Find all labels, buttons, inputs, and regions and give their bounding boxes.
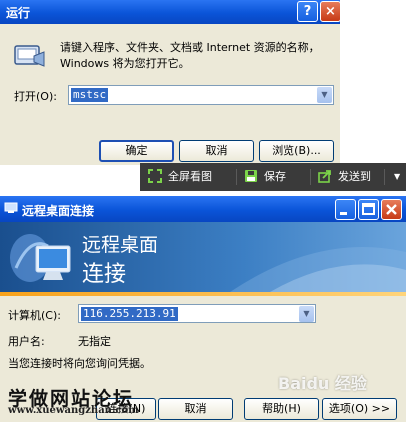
computer-input-value[interactable]: 116.255.213.91 bbox=[81, 307, 178, 321]
computer-combobox[interactable]: 116.255.213.91 ▼ bbox=[78, 304, 316, 323]
save-button[interactable]: 保存 bbox=[244, 163, 286, 191]
image-viewer-toolbar: 全屏看图 保存 发送到 ▼ bbox=[140, 163, 406, 191]
fullscreen-icon bbox=[148, 169, 162, 183]
browse-button[interactable]: 浏览(B)... bbox=[259, 140, 334, 162]
open-input-value[interactable]: mstsc bbox=[71, 88, 109, 102]
close-icon bbox=[386, 204, 397, 215]
credentials-note: 当您连接时将向您询问凭据。 bbox=[8, 357, 151, 370]
maximize-icon bbox=[362, 203, 375, 215]
remote-desktop-icon bbox=[4, 202, 18, 213]
open-combobox[interactable]: mstsc ▼ bbox=[68, 85, 334, 105]
toolbar-divider bbox=[384, 169, 385, 185]
toolbar-divider bbox=[236, 169, 237, 185]
banner-swoosh bbox=[230, 247, 406, 292]
dropdown-arrow-icon[interactable]: ▼ bbox=[299, 306, 314, 322]
toolbar-divider bbox=[310, 169, 311, 185]
rdp-help-button[interactable]: 帮助(H) bbox=[244, 398, 319, 420]
run-title: 运行 bbox=[6, 6, 31, 20]
fullscreen-view-button[interactable]: 全屏看图 bbox=[148, 163, 212, 191]
rdp-close-button[interactable] bbox=[381, 199, 402, 220]
minimize-icon bbox=[340, 212, 347, 215]
rdp-title-bar[interactable]: 远程桌面连接 bbox=[0, 196, 406, 222]
banner-title-line1: 远程桌面 bbox=[82, 234, 159, 256]
options-button[interactable]: 选项(O) >> bbox=[322, 398, 397, 420]
remote-computer-icon bbox=[10, 234, 71, 282]
fullscreen-label: 全屏看图 bbox=[168, 170, 212, 183]
minimize-button[interactable] bbox=[335, 199, 356, 220]
banner-title-line2: 连接 bbox=[82, 262, 127, 287]
username-value: 无指定 bbox=[78, 335, 111, 348]
open-label: 打开(O): bbox=[14, 90, 57, 103]
maximize-button[interactable] bbox=[358, 199, 379, 220]
computer-label: 计算机(C): bbox=[8, 309, 61, 322]
send-to-button[interactable]: 发送到 bbox=[318, 163, 371, 191]
username-label: 用户名: bbox=[8, 335, 45, 348]
run-title-bar[interactable]: 运行 ? × bbox=[0, 0, 340, 24]
run-description: 请键入程序、文件夹、文档或 Internet 资源的名称，Windows 将为您… bbox=[60, 41, 320, 70]
save-label: 保存 bbox=[264, 170, 286, 183]
close-button[interactable]: × bbox=[320, 1, 340, 22]
rdp-title: 远程桌面连接 bbox=[22, 204, 95, 218]
site-url-watermark: www.xuewangzhan.com bbox=[8, 405, 139, 416]
rdp-banner: 远程桌面 连接 bbox=[0, 222, 406, 292]
ok-button[interactable]: 确定 bbox=[99, 140, 174, 162]
banner-accent-stripe bbox=[0, 292, 406, 296]
cancel-button[interactable]: 取消 bbox=[179, 140, 254, 162]
send-to-icon bbox=[318, 170, 331, 183]
more-dropdown-icon[interactable]: ▼ bbox=[394, 163, 400, 191]
baidu-watermark: Baidu 经验 bbox=[278, 374, 367, 393]
dropdown-arrow-icon[interactable]: ▼ bbox=[317, 87, 332, 103]
help-button[interactable]: ? bbox=[297, 1, 318, 22]
send-to-label: 发送到 bbox=[338, 170, 371, 183]
run-dialog: 运行 ? × 请键入程序、文件夹、文档或 Internet 资源的名称，Wind… bbox=[0, 0, 340, 165]
rdp-cancel-button[interactable]: 取消 bbox=[158, 398, 233, 420]
save-icon bbox=[245, 170, 257, 182]
run-program-icon bbox=[14, 45, 45, 67]
